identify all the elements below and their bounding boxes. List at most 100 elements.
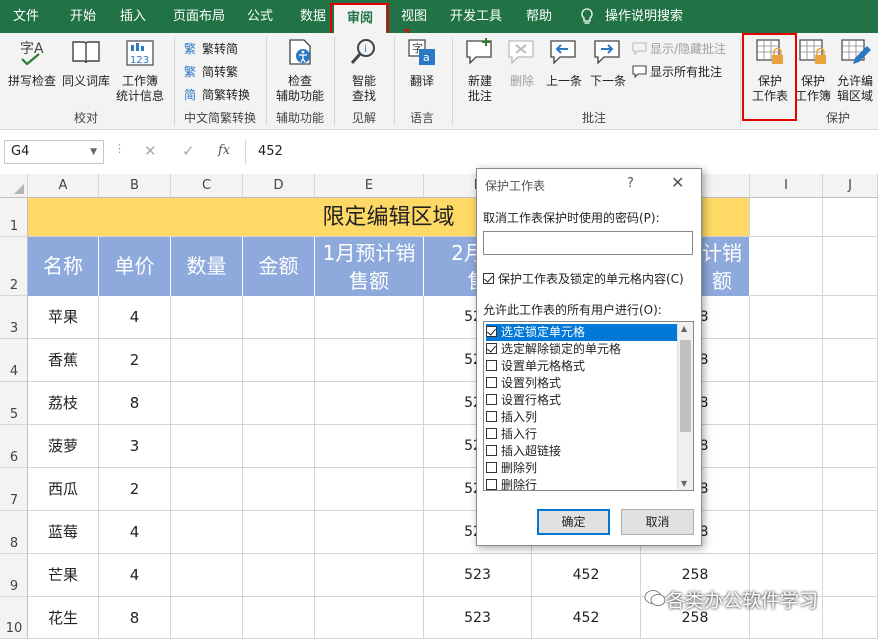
row-header-1[interactable]: 1 bbox=[0, 198, 28, 237]
cell[interactable] bbox=[243, 296, 315, 339]
permission-item[interactable]: 删除列 bbox=[486, 460, 678, 477]
cell[interactable] bbox=[171, 511, 243, 554]
checkbox-checked-icon[interactable] bbox=[486, 343, 497, 354]
cell[interactable] bbox=[171, 597, 243, 639]
spell-check-button[interactable]: 字A 拼写检查 bbox=[6, 37, 58, 89]
row-header-7[interactable]: 7 bbox=[0, 468, 28, 511]
cell[interactable] bbox=[243, 382, 315, 425]
cell[interactable] bbox=[243, 468, 315, 511]
cancel-x-icon[interactable]: ✕ bbox=[144, 142, 157, 160]
cell-item-name[interactable]: 菠萝 bbox=[28, 425, 99, 468]
cell-price[interactable]: 2 bbox=[99, 468, 171, 511]
help-icon[interactable]: ? bbox=[627, 176, 634, 191]
checkbox-unchecked-icon[interactable] bbox=[486, 445, 497, 456]
cell-price[interactable]: 8 bbox=[99, 382, 171, 425]
previous-comment-button[interactable]: 上一条 bbox=[542, 37, 586, 89]
row-header-5[interactable]: 5 bbox=[0, 382, 28, 425]
protect-content-checkbox[interactable]: 保护工作表及锁定的单元格内容(C) bbox=[483, 270, 684, 287]
tab-view[interactable]: 视图 bbox=[392, 0, 436, 33]
cell[interactable] bbox=[243, 554, 315, 597]
cell[interactable] bbox=[823, 425, 878, 468]
cell[interactable] bbox=[171, 425, 243, 468]
cell[interactable] bbox=[750, 198, 823, 237]
cell[interactable] bbox=[750, 468, 823, 511]
scroll-down-icon[interactable]: ▼ bbox=[681, 479, 687, 488]
select-all-corner[interactable] bbox=[0, 174, 28, 198]
cell[interactable] bbox=[171, 554, 243, 597]
cell-price[interactable]: 4 bbox=[99, 511, 171, 554]
new-comment-button[interactable]: 新建 批注 bbox=[458, 37, 502, 104]
name-box[interactable]: G4 ▼ bbox=[4, 140, 104, 164]
cell[interactable] bbox=[823, 554, 878, 597]
tab-developer[interactable]: 开发工具 bbox=[444, 0, 508, 33]
cell[interactable] bbox=[171, 339, 243, 382]
scroll-up-icon[interactable]: ▲ bbox=[681, 324, 687, 333]
cell[interactable] bbox=[243, 511, 315, 554]
cell[interactable] bbox=[243, 425, 315, 468]
row-header-10[interactable]: 10 bbox=[0, 597, 28, 639]
cancel-button[interactable]: 取消 bbox=[621, 509, 694, 535]
cell[interactable] bbox=[243, 597, 315, 639]
cell[interactable] bbox=[315, 296, 424, 339]
row-header-2[interactable]: 2 bbox=[0, 237, 28, 296]
cell[interactable] bbox=[171, 468, 243, 511]
show-hide-comment-button[interactable]: 显示/隐藏批注 bbox=[632, 41, 726, 57]
cell[interactable] bbox=[315, 425, 424, 468]
permission-item[interactable]: 设置行格式 bbox=[486, 392, 678, 409]
cell[interactable] bbox=[750, 382, 823, 425]
cell[interactable] bbox=[171, 296, 243, 339]
scrollbar-thumb[interactable] bbox=[680, 340, 691, 432]
column-header-c[interactable]: C bbox=[171, 174, 243, 198]
header-quantity[interactable]: 数量 bbox=[171, 237, 243, 296]
column-header-d[interactable]: D bbox=[243, 174, 315, 198]
simp-to-trad-button[interactable]: 繁简转繁 bbox=[184, 64, 238, 80]
column-header-a[interactable]: A bbox=[28, 174, 99, 198]
cell-price[interactable]: 4 bbox=[99, 554, 171, 597]
next-comment-button[interactable]: 下一条 bbox=[586, 37, 630, 89]
tab-file[interactable]: 文件 bbox=[0, 0, 52, 33]
permission-item[interactable]: 选定解除锁定的单元格 bbox=[486, 341, 678, 358]
tab-page-layout[interactable]: 页面布局 bbox=[166, 0, 232, 33]
cell-mar-sales[interactable]: 452 bbox=[532, 597, 641, 639]
row-header-6[interactable]: 6 bbox=[0, 425, 28, 468]
cell[interactable] bbox=[823, 296, 878, 339]
row-header-4[interactable]: 4 bbox=[0, 339, 28, 382]
cell[interactable] bbox=[823, 468, 878, 511]
header-name[interactable]: 名称 bbox=[28, 237, 99, 296]
scrollbar[interactable]: ▲ ▼ bbox=[677, 322, 693, 490]
checkbox-unchecked-icon[interactable] bbox=[486, 462, 497, 473]
cell-item-name[interactable]: 西瓜 bbox=[28, 468, 99, 511]
cell[interactable] bbox=[315, 468, 424, 511]
convert-button[interactable]: 简简繁转换 bbox=[184, 87, 250, 103]
cell[interactable] bbox=[823, 511, 878, 554]
cell-item-name[interactable]: 香蕉 bbox=[28, 339, 99, 382]
checkbox-unchecked-icon[interactable] bbox=[486, 411, 497, 422]
permission-item[interactable]: 插入行 bbox=[486, 426, 678, 443]
password-input[interactable] bbox=[483, 231, 693, 255]
protect-workbook-button[interactable]: 保护 工作簿 bbox=[792, 37, 834, 104]
cell[interactable] bbox=[315, 511, 424, 554]
cell-item-name[interactable]: 蓝莓 bbox=[28, 511, 99, 554]
checkbox-unchecked-icon[interactable] bbox=[486, 428, 497, 439]
cell[interactable] bbox=[750, 511, 823, 554]
cell[interactable] bbox=[171, 382, 243, 425]
checkbox-unchecked-icon[interactable] bbox=[486, 377, 497, 388]
cell[interactable] bbox=[750, 237, 823, 296]
header-amount[interactable]: 金额 bbox=[243, 237, 315, 296]
row-header-3[interactable]: 3 bbox=[0, 296, 28, 339]
cell[interactable] bbox=[823, 382, 878, 425]
cell[interactable] bbox=[823, 198, 878, 237]
insert-function-icon[interactable]: fx bbox=[218, 143, 230, 158]
enter-check-icon[interactable]: ✓ bbox=[182, 142, 195, 160]
header-jan-sales[interactable]: 1月预计销 售额 bbox=[315, 237, 424, 296]
close-icon[interactable]: ✕ bbox=[671, 173, 684, 192]
cell-feb-sales[interactable]: 523 bbox=[424, 597, 532, 639]
cell[interactable] bbox=[750, 296, 823, 339]
column-header-j[interactable]: J bbox=[823, 174, 878, 198]
tab-insert[interactable]: 插入 bbox=[110, 0, 156, 33]
cell-feb-sales[interactable]: 523 bbox=[424, 554, 532, 597]
show-all-comments-button[interactable]: 显示所有批注 bbox=[632, 64, 722, 80]
cell[interactable] bbox=[315, 382, 424, 425]
check-accessibility-button[interactable]: 检查 辅助功能 bbox=[272, 37, 328, 104]
permission-item[interactable]: 删除行 bbox=[486, 477, 678, 490]
